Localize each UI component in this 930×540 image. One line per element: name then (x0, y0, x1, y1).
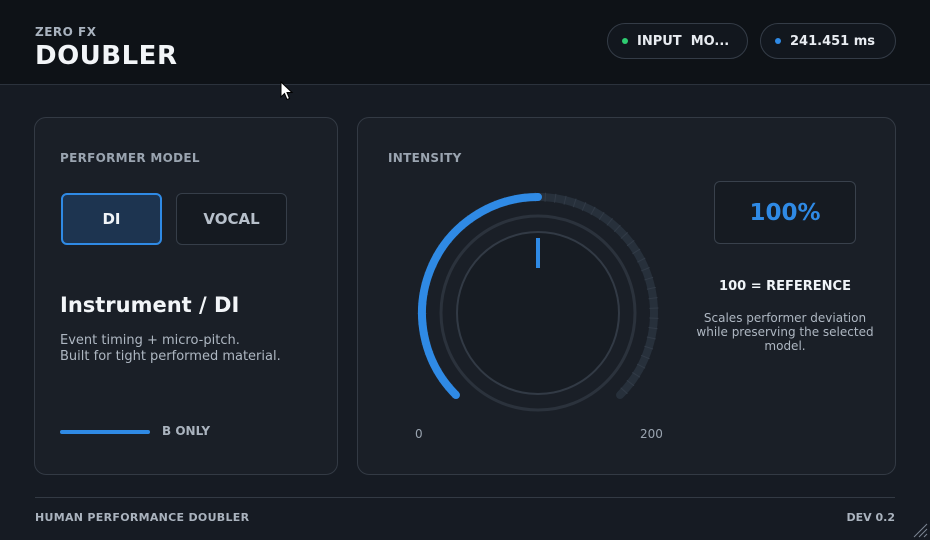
scale-max-label: 200 (640, 427, 663, 441)
input-status-pill[interactable]: INPUT MO... (607, 23, 748, 59)
mouse-pointer-icon (280, 81, 294, 101)
monitor-indicator-line (60, 430, 150, 434)
status-dot-icon (622, 38, 628, 44)
intensity-description-line: Scales performer deviation (703, 311, 867, 325)
performer-model-panel: PERFORMER MODEL DI VOCAL Instrument / DI… (34, 117, 338, 475)
brand-title: DOUBLER (35, 41, 178, 71)
latency-label: 241.451 ms (790, 33, 876, 49)
model-name: Instrument / DI (60, 293, 240, 317)
intensity-knob[interactable] (413, 188, 663, 438)
vocal-button[interactable]: VOCAL (176, 193, 287, 245)
intensity-label: INTENSITY (388, 151, 462, 165)
footer-product-name: HUMAN PERFORMANCE DOUBLER (35, 511, 250, 524)
footer-version: DEV 0.2 (846, 511, 895, 524)
latency-pill[interactable]: 241.451 ms (760, 23, 896, 59)
reference-label: 100 = REFERENCE (719, 279, 851, 294)
di-button[interactable]: DI (61, 193, 162, 245)
latency-dot-icon (775, 38, 781, 44)
intensity-description-line: while preserving the selected (696, 325, 874, 339)
footer-divider (35, 497, 895, 498)
intensity-panel: INTENSITY 0 200 100% 100 = REFERENCE Sca… (357, 117, 896, 475)
resize-grip-icon[interactable] (910, 520, 928, 538)
brand-subtitle: ZERO FX (35, 25, 97, 39)
header: ZERO FX DOUBLER INPUT MO... 241.451 ms (0, 0, 930, 85)
intensity-value-display[interactable]: 100% (714, 181, 856, 244)
model-description: Event timing + micro-pitch. Built for ti… (60, 333, 281, 365)
intensity-description: Scales performer deviation while preserv… (685, 311, 885, 353)
model-description-line: Built for tight performed material. (60, 349, 281, 364)
intensity-description-line: model. (764, 339, 806, 353)
model-description-line: Event timing + micro-pitch. (60, 333, 240, 348)
input-status-label: INPUT MO... (637, 33, 730, 49)
monitor-label[interactable]: B ONLY (162, 424, 210, 438)
scale-min-label: 0 (415, 427, 423, 441)
performer-model-label: PERFORMER MODEL (60, 151, 200, 165)
